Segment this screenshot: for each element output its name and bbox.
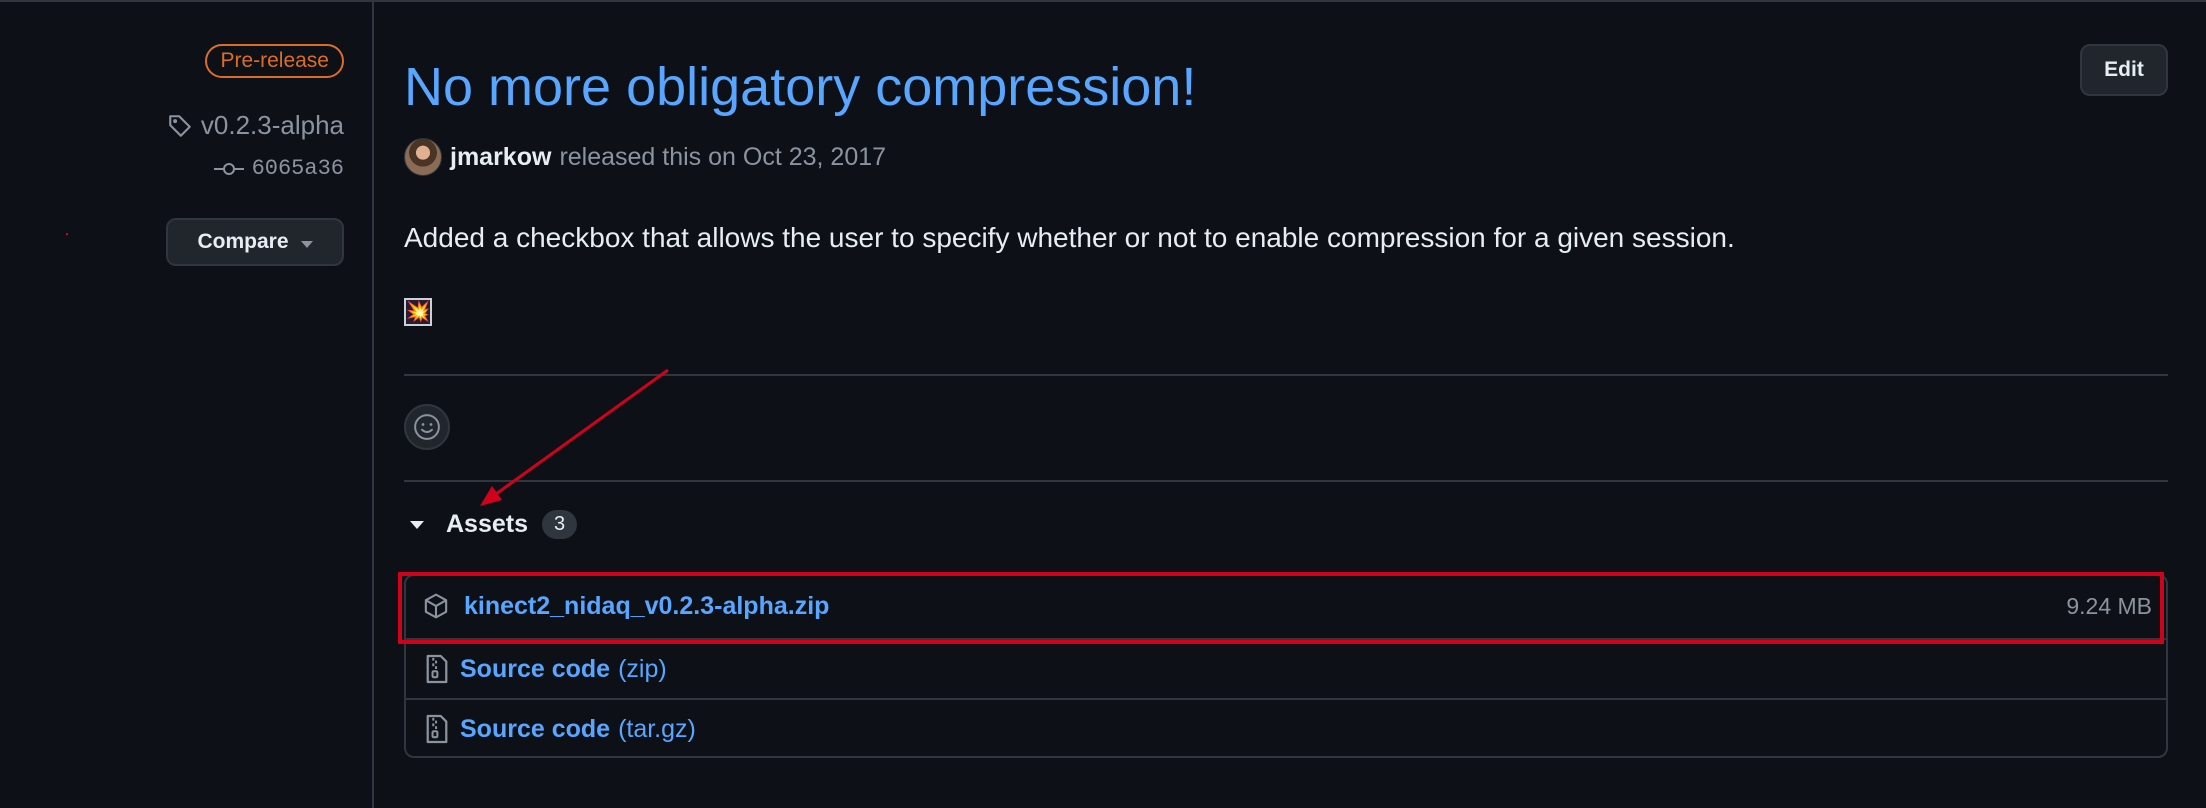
source-code-zip-format[interactable]: (zip) xyxy=(618,655,667,684)
release-description: Added a checkbox that allows the user to… xyxy=(404,222,1735,253)
assets-count-badge: 3 xyxy=(542,510,578,539)
divider xyxy=(404,374,2168,376)
edit-button[interactable]: Edit xyxy=(2080,44,2168,96)
assets-list: kinect2_nidaq_v0.2.3-alpha.zip 9.24 MB S… xyxy=(404,574,2168,758)
smiley-icon xyxy=(414,414,440,440)
file-zip-icon xyxy=(424,654,450,684)
source-code-zip-link[interactable]: Source code xyxy=(460,655,610,684)
asset-size: 9.24 MB xyxy=(2066,592,2152,619)
git-commit-icon xyxy=(213,162,244,175)
release-tag-label: v0.2.3-alpha xyxy=(200,110,344,140)
package-icon xyxy=(422,592,450,620)
release-commit-link[interactable]: 6065a36 xyxy=(213,156,344,181)
release-meta-sidebar: Pre-release v0.2.3-alpha 6065a36 Compare xyxy=(0,0,374,808)
tag-icon xyxy=(169,114,191,137)
source-code-targz-format[interactable]: (tar.gz) xyxy=(618,715,696,744)
edit-button-label: Edit xyxy=(2104,58,2144,81)
asset-row: kinect2_nidaq_v0.2.3-alpha.zip 9.24 MB xyxy=(406,576,2166,636)
collision-emoji: 💥 xyxy=(404,298,432,326)
add-reaction-button[interactable] xyxy=(404,404,450,450)
triangle-down-icon xyxy=(410,520,424,529)
release-byline: jmarkow released this on Oct 23, 2017 xyxy=(404,138,886,176)
assets-title: Assets xyxy=(446,510,528,538)
release-title[interactable]: No more obligatory compression! xyxy=(404,52,1196,122)
asset-row: Source code (zip) xyxy=(406,638,2166,698)
asset-download-link[interactable]: kinect2_nidaq_v0.2.3-alpha.zip xyxy=(464,592,829,621)
prerelease-badge: Pre-release xyxy=(205,44,344,78)
released-date-text: released this on Oct 23, 2017 xyxy=(559,142,887,171)
author-avatar[interactable] xyxy=(404,138,442,176)
file-zip-icon xyxy=(424,714,450,744)
annotation-dot xyxy=(66,233,68,235)
assets-toggle[interactable]: Assets 3 xyxy=(410,510,578,539)
asset-row: Source code (tar.gz) xyxy=(406,698,2166,758)
source-code-targz-link[interactable]: Source code xyxy=(460,715,610,744)
compare-button[interactable]: Compare xyxy=(166,218,344,266)
author-link[interactable]: jmarkow xyxy=(450,143,551,172)
compare-button-label: Compare xyxy=(197,230,289,253)
release-tag-link[interactable]: v0.2.3-alpha xyxy=(167,110,344,141)
chevron-down-icon xyxy=(300,240,313,248)
divider xyxy=(404,480,2168,482)
release-commit-sha: 6065a36 xyxy=(251,156,344,181)
